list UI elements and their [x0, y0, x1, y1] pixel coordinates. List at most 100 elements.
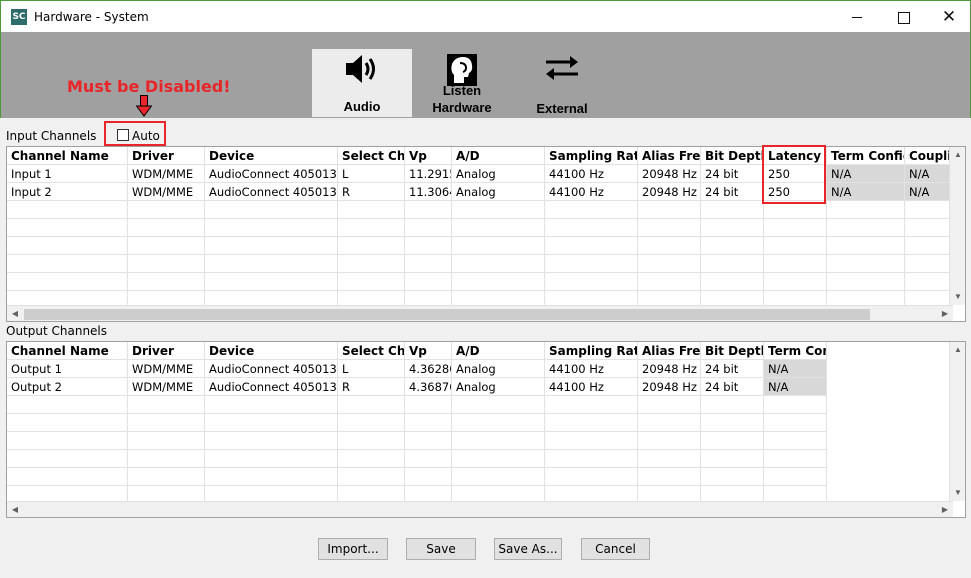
table-cell[interactable]: 24 bit	[701, 165, 764, 183]
tab-listen-hardware[interactable]: Listen Hardware	[412, 49, 512, 117]
column-header[interactable]: Channel Name	[7, 147, 128, 165]
table-cell[interactable]: 4.36876	[405, 378, 452, 396]
horizontal-scrollbar[interactable]: ◀ ▶	[7, 305, 953, 321]
column-header[interactable]: Vp	[405, 342, 452, 360]
table-cell[interactable]: 44100 Hz	[545, 378, 638, 396]
table-cell[interactable]: 20948 Hz	[638, 165, 701, 183]
table-cell[interactable]: Analog	[452, 360, 545, 378]
table-cell[interactable]: Input 1	[7, 165, 128, 183]
column-header[interactable]: Sampling Rate	[545, 342, 638, 360]
cancel-button[interactable]: Cancel	[581, 538, 650, 560]
table-cell[interactable]: WDM/MME	[128, 165, 205, 183]
table-header-row: Channel Name Driver Device Select Ch Vp …	[7, 342, 953, 360]
table-cell[interactable]: 11.2915	[405, 165, 452, 183]
table-cell[interactable]: AudioConnect 40501300	[205, 378, 338, 396]
table-cell[interactable]: Analog	[452, 183, 545, 201]
output-channels-table[interactable]: Channel Name Driver Device Select Ch Vp …	[6, 341, 966, 518]
tab-audio-label: Audio	[343, 99, 381, 114]
tab-external[interactable]: External	[512, 49, 612, 117]
column-header[interactable]: Term Config	[827, 147, 905, 165]
column-header[interactable]: A/D	[452, 147, 545, 165]
scroll-up-icon[interactable]: ▲	[950, 342, 965, 358]
table-cell[interactable]: Analog	[452, 378, 545, 396]
table-cell[interactable]: 4.36286	[405, 360, 452, 378]
column-header[interactable]: Term Config	[764, 342, 827, 360]
vertical-scrollbar[interactable]: ▲ ▼	[949, 147, 965, 305]
column-header[interactable]: Device	[205, 147, 338, 165]
horizontal-scrollbar[interactable]: ◀ ▶	[7, 501, 953, 517]
table-row[interactable]: Output 2 WDM/MME AudioConnect 40501300 R…	[7, 378, 953, 396]
table-cell[interactable]: R	[338, 378, 405, 396]
save-as-button[interactable]: Save As...	[494, 538, 562, 560]
table-cell[interactable]: 11.3064	[405, 183, 452, 201]
table-cell[interactable]: 20948 Hz	[638, 360, 701, 378]
column-header[interactable]: Driver	[128, 342, 205, 360]
scroll-right-icon[interactable]: ▶	[937, 306, 953, 321]
column-header[interactable]: Alias Freq	[638, 342, 701, 360]
scroll-down-icon[interactable]: ▼	[950, 289, 965, 305]
import-button[interactable]: Import...	[318, 538, 388, 560]
table-cell[interactable]: Input 2	[7, 183, 128, 201]
table-cell[interactable]: N/A	[764, 378, 827, 396]
table-cell[interactable]: 20948 Hz	[638, 378, 701, 396]
close-button[interactable]: ✕	[926, 1, 971, 33]
empty-row	[7, 468, 953, 486]
column-header[interactable]: Device	[205, 342, 338, 360]
table-cell[interactable]: WDM/MME	[128, 378, 205, 396]
scroll-left-icon[interactable]: ◀	[7, 306, 23, 321]
scroll-thumb[interactable]	[24, 309, 870, 320]
scroll-up-icon[interactable]: ▲	[950, 147, 965, 163]
table-row[interactable]: Output 1 WDM/MME AudioConnect 40501300 L…	[7, 360, 953, 378]
table-cell[interactable]: AudioConnect 40501300	[205, 165, 338, 183]
table-cell[interactable]: 44100 Hz	[545, 360, 638, 378]
table-cell[interactable]: AudioConnect 40501300	[205, 183, 338, 201]
table-cell[interactable]: 20948 Hz	[638, 183, 701, 201]
table-cell[interactable]: 44100 Hz	[545, 183, 638, 201]
column-header[interactable]: Sampling Rate	[545, 147, 638, 165]
table-cell[interactable]: L	[338, 360, 405, 378]
table-cell[interactable]: AudioConnect 40501300	[205, 360, 338, 378]
table-cell[interactable]: N/A	[905, 183, 953, 201]
table-cell[interactable]: 24 bit	[701, 378, 764, 396]
column-header[interactable]: Channel Name	[7, 342, 128, 360]
listen-head-icon	[447, 54, 477, 86]
table-cell[interactable]: 44100 Hz	[545, 165, 638, 183]
scroll-right-icon[interactable]: ▶	[937, 502, 953, 517]
output-channels-label: Output Channels	[6, 324, 108, 338]
tab-audio[interactable]: Audio	[312, 49, 412, 117]
column-header[interactable]: Driver	[128, 147, 205, 165]
table-cell[interactable]: N/A	[905, 165, 953, 183]
empty-row	[7, 450, 953, 468]
table-cell[interactable]: R	[338, 183, 405, 201]
empty-row	[7, 432, 953, 450]
app-icon: SC	[11, 9, 27, 25]
table-cell[interactable]: L	[338, 165, 405, 183]
input-channels-label: Input Channels	[6, 129, 97, 143]
column-header[interactable]: Select Ch	[338, 147, 405, 165]
table-cell[interactable]: Output 1	[7, 360, 128, 378]
vertical-scrollbar[interactable]: ▲ ▼	[949, 342, 965, 501]
column-header[interactable]: Bit Depth	[701, 147, 764, 165]
auto-checkbox[interactable]	[117, 129, 129, 141]
maximize-button[interactable]	[880, 1, 926, 33]
table-cell[interactable]: N/A	[764, 360, 827, 378]
table-cell[interactable]: Output 2	[7, 378, 128, 396]
table-cell[interactable]: N/A	[827, 183, 905, 201]
save-button[interactable]: Save	[406, 538, 476, 560]
table-cell[interactable]: N/A	[827, 165, 905, 183]
table-cell[interactable]: WDM/MME	[128, 183, 205, 201]
title-bar: SC Hardware - System ✕	[0, 0, 971, 32]
minimize-button[interactable]	[834, 1, 880, 33]
table-cell[interactable]: 24 bit	[701, 360, 764, 378]
table-cell[interactable]: WDM/MME	[128, 360, 205, 378]
column-header[interactable]: Coupling	[905, 147, 953, 165]
column-header[interactable]: Select Ch	[338, 342, 405, 360]
scroll-left-icon[interactable]: ◀	[7, 502, 23, 517]
column-header[interactable]: Alias Freq	[638, 147, 701, 165]
table-cell[interactable]: 24 bit	[701, 183, 764, 201]
table-cell[interactable]: Analog	[452, 165, 545, 183]
column-header[interactable]: A/D	[452, 342, 545, 360]
column-header[interactable]: Vp	[405, 147, 452, 165]
column-header[interactable]: Bit Depth	[701, 342, 764, 360]
scroll-down-icon[interactable]: ▼	[950, 485, 965, 501]
